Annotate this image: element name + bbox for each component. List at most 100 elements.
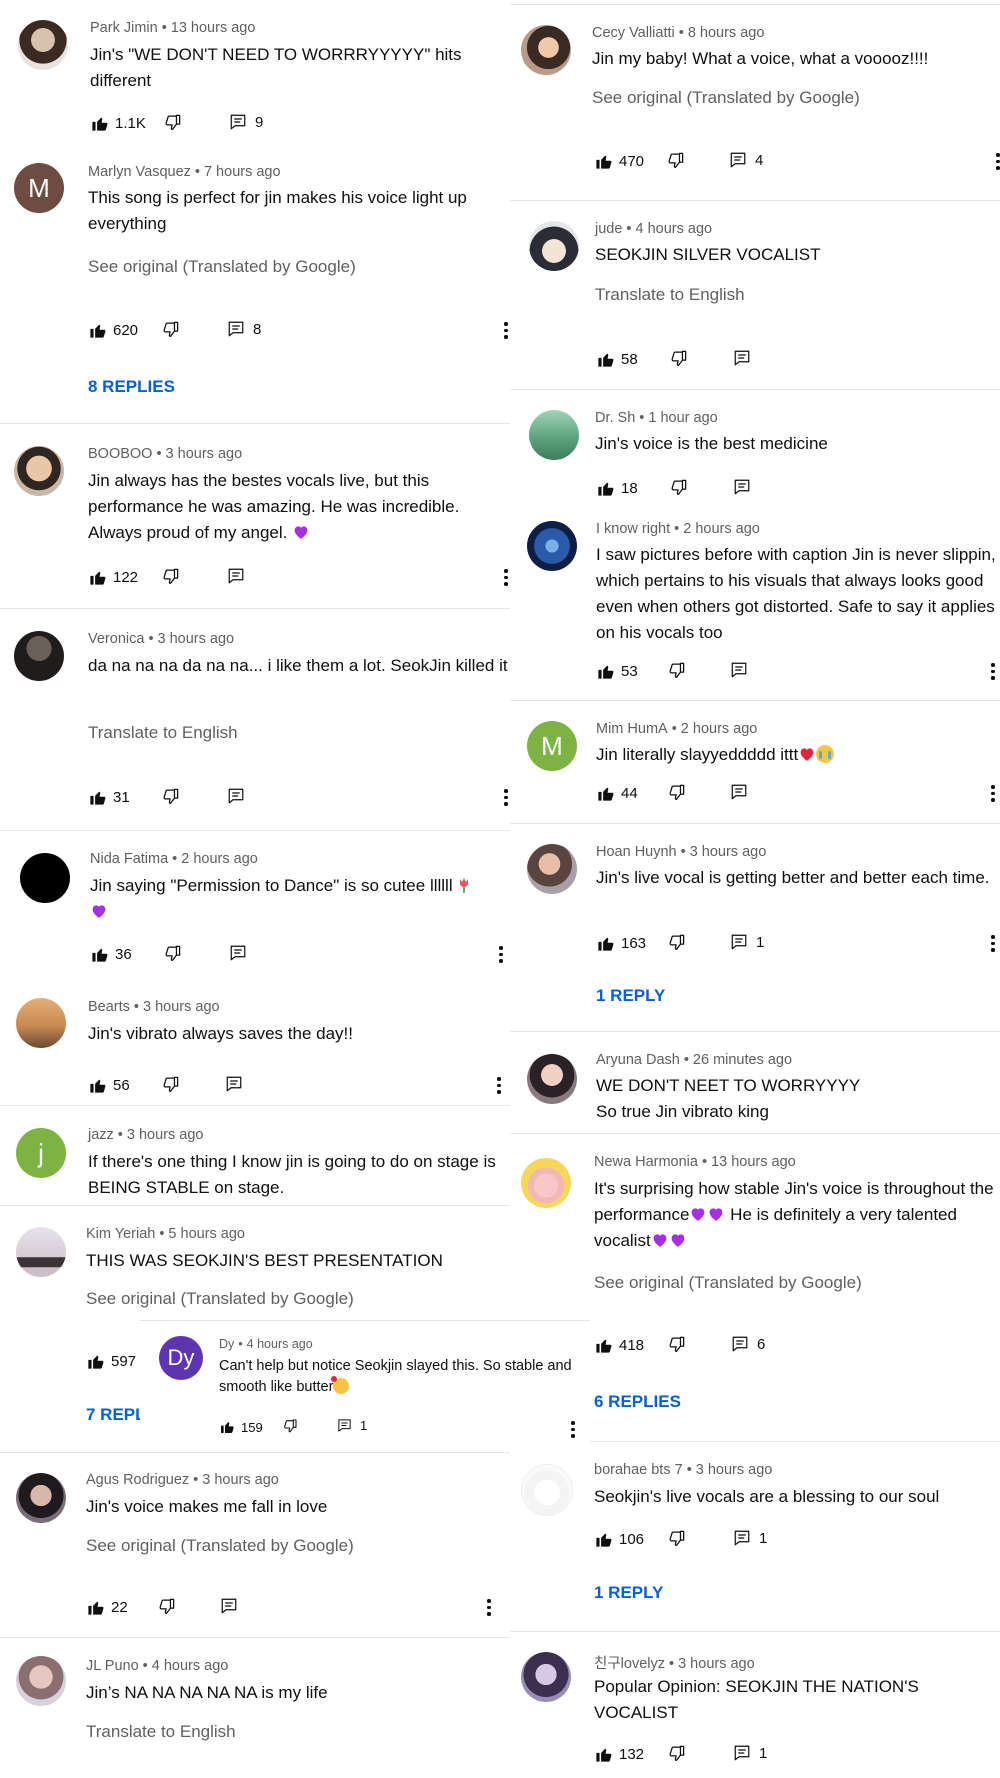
reply-button[interactable] <box>730 661 748 679</box>
more-vertical-icon[interactable] <box>504 789 508 806</box>
comment-time[interactable]: 2 hours ago <box>681 721 758 737</box>
dislike-button[interactable] <box>667 1744 686 1768</box>
avatar[interactable] <box>16 1473 66 1523</box>
comment-time[interactable]: 1 hour ago <box>648 410 717 426</box>
reply-button[interactable] <box>733 349 751 367</box>
comment-author[interactable]: Park Jimin <box>90 20 158 36</box>
more-vertical-icon[interactable] <box>991 663 995 680</box>
avatar[interactable] <box>521 1652 571 1702</box>
avatar[interactable] <box>18 20 68 70</box>
see-original-link[interactable]: See original (Translated by Google) <box>88 257 356 277</box>
reply-button[interactable] <box>229 944 247 962</box>
comment-author[interactable]: borahae bts 7 <box>594 1462 683 1478</box>
more-vertical-icon[interactable] <box>504 569 508 586</box>
comment-time[interactable]: 4 hours ago <box>152 1658 229 1674</box>
dislike-button[interactable] <box>163 113 182 137</box>
like-button[interactable]: 56 <box>88 1074 130 1096</box>
comment-time[interactable]: 7 hours ago <box>204 164 281 180</box>
like-button[interactable]: 58 <box>596 348 638 370</box>
more-vertical-icon[interactable] <box>497 1077 501 1094</box>
comment-author[interactable]: 친구lovelyz <box>594 1656 665 1672</box>
dislike-button[interactable] <box>157 1597 176 1621</box>
reply-button[interactable]: 8 <box>227 320 261 338</box>
like-button[interactable]: 31 <box>88 786 130 808</box>
see-original-link[interactable]: See original (Translated by Google) <box>592 88 860 108</box>
more-vertical-icon[interactable] <box>571 1421 575 1438</box>
comment-time[interactable]: 26 minutes ago <box>693 1052 792 1068</box>
avatar[interactable] <box>521 1158 571 1208</box>
view-replies-button[interactable]: 8 REPLIES <box>88 377 175 397</box>
dislike-button[interactable] <box>667 783 686 807</box>
comment-time[interactable]: 2 hours ago <box>181 851 258 867</box>
like-button[interactable]: 36 <box>90 943 132 965</box>
avatar[interactable] <box>14 631 64 681</box>
see-original-link[interactable]: See original (Translated by Google) <box>594 1273 862 1293</box>
dislike-button[interactable] <box>667 1529 686 1553</box>
comment-time[interactable]: 3 hours ago <box>690 844 767 860</box>
avatar[interactable]: Dy <box>159 1336 203 1380</box>
dislike-button[interactable] <box>282 1418 298 1439</box>
dislike-button[interactable] <box>163 944 182 968</box>
more-vertical-icon[interactable] <box>487 1599 491 1616</box>
like-button[interactable]: 470 <box>594 150 644 172</box>
like-button[interactable]: 1.1K <box>90 112 146 134</box>
avatar[interactable]: M <box>14 163 64 213</box>
more-vertical-icon[interactable] <box>504 322 508 339</box>
comment-author[interactable]: JL Puno <box>86 1658 139 1674</box>
comment-author[interactable]: Kim Yeriah <box>86 1226 155 1242</box>
comment-time[interactable]: 3 hours ago <box>696 1462 773 1478</box>
comment-time[interactable]: 4 hours ago <box>247 1337 313 1351</box>
dislike-button[interactable] <box>161 787 180 811</box>
comment-time[interactable]: 3 hours ago <box>202 1472 279 1488</box>
like-button[interactable]: 18 <box>596 477 638 499</box>
see-original-link[interactable]: See original (Translated by Google) <box>86 1536 354 1556</box>
comment-author[interactable]: Dr. Sh <box>595 410 635 426</box>
dislike-button[interactable] <box>667 661 686 685</box>
dislike-button[interactable] <box>667 1335 686 1359</box>
comment-time[interactable]: 3 hours ago <box>143 999 220 1015</box>
comment-time[interactable]: 3 hours ago <box>158 631 235 647</box>
like-button[interactable]: 163 <box>596 932 646 954</box>
avatar[interactable] <box>527 844 577 894</box>
comment-author[interactable]: Nida Fatima <box>90 851 168 867</box>
comment-time[interactable]: 13 hours ago <box>711 1154 796 1170</box>
translate-link[interactable]: Translate to English <box>595 285 745 305</box>
comment-time[interactable]: 3 hours ago <box>127 1127 204 1143</box>
view-replies-button[interactable]: 7 REPL <box>86 1405 146 1425</box>
comment-time[interactable]: 8 hours ago <box>688 25 765 41</box>
comment-time[interactable]: 3 hours ago <box>166 446 243 462</box>
comment-author[interactable]: BOOBOO <box>88 446 152 462</box>
dislike-button[interactable] <box>161 1075 180 1099</box>
reply-button[interactable]: 4 <box>729 151 763 169</box>
more-vertical-icon[interactable] <box>991 785 995 802</box>
comment-author[interactable]: Newa Harmonia <box>594 1154 698 1170</box>
like-button[interactable]: 597 <box>86 1350 136 1372</box>
view-replies-button[interactable]: 6 REPLIES <box>594 1392 681 1412</box>
like-button[interactable]: 132 <box>594 1743 644 1765</box>
avatar[interactable] <box>20 853 70 903</box>
reply-button[interactable]: 1 <box>730 933 764 951</box>
comment-time[interactable]: 3 hours ago <box>678 1656 755 1672</box>
reply-button[interactable]: 9 <box>229 113 263 131</box>
comment-author[interactable]: jazz <box>88 1127 114 1143</box>
avatar[interactable] <box>521 25 571 75</box>
comment-author[interactable]: I know right <box>596 521 670 537</box>
dislike-button[interactable] <box>666 151 685 175</box>
comment-time[interactable]: 13 hours ago <box>171 20 256 36</box>
like-button[interactable]: 418 <box>594 1334 644 1356</box>
like-button[interactable]: 22 <box>86 1596 128 1618</box>
dislike-button[interactable] <box>161 320 180 344</box>
comment-time[interactable]: 5 hours ago <box>168 1226 245 1242</box>
translate-link[interactable]: Translate to English <box>86 1722 236 1742</box>
reply-button[interactable] <box>733 478 751 496</box>
reply-button[interactable]: 1 <box>733 1529 767 1547</box>
reply-button[interactable] <box>227 787 245 805</box>
comment-time[interactable]: 4 hours ago <box>636 221 713 237</box>
avatar[interactable] <box>521 1464 573 1516</box>
like-button[interactable]: 620 <box>88 319 138 341</box>
comment-author[interactable]: Veronica <box>88 631 144 647</box>
comment-author[interactable]: Mim HumA <box>596 721 668 737</box>
more-vertical-icon[interactable] <box>991 935 995 952</box>
avatar[interactable] <box>529 221 579 271</box>
avatar[interactable] <box>14 446 64 496</box>
